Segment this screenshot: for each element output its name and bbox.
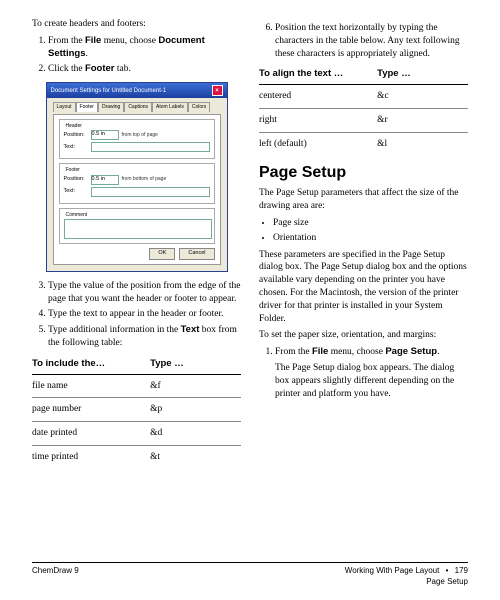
tab-colors[interactable]: Colors	[188, 102, 210, 112]
tab-footer[interactable]: Footer	[76, 102, 98, 112]
bullet-pagesize: Page size	[273, 217, 468, 230]
tab-layout[interactable]: Layout	[53, 102, 76, 112]
ps-intro: The Page Setup parameters that affect th…	[259, 187, 468, 213]
table1-header: To include the… Type …	[32, 358, 241, 375]
step-2: Click the Footer tab.	[48, 63, 241, 76]
step-1: From the File menu, choose Document Sett…	[48, 35, 241, 61]
footer-text-input[interactable]	[91, 187, 210, 197]
footer-group: Footer Position: 0.5 in from bottom of p…	[59, 163, 215, 203]
step-6: Position the text horizontally by typing…	[275, 22, 468, 60]
dialog-title: Document Settings for Untitled Document-…	[51, 87, 167, 95]
comment-textarea[interactable]	[64, 219, 212, 239]
page-footer: ChemDraw 9 Working With Page Layout • 17…	[32, 562, 468, 588]
align-table: centered&c right&r left (default)&l	[259, 85, 468, 155]
step-4: Type the text to appear in the header or…	[48, 308, 241, 321]
footer-left: ChemDraw 9	[32, 566, 79, 588]
header-group: Header Position: 0.5 in from top of page…	[59, 119, 215, 159]
step-3: Type the value of the position from the …	[48, 280, 241, 306]
ok-button[interactable]: OK	[149, 248, 175, 259]
tab-captions[interactable]: Captions	[124, 102, 152, 112]
document-settings-dialog: Document Settings for Untitled Document-…	[46, 82, 228, 271]
tab-drawing[interactable]: Drawing	[98, 102, 124, 112]
table2-header: To align the text … Type …	[259, 68, 468, 85]
header-text-input[interactable]	[91, 142, 210, 152]
header-position-input[interactable]: 0.5 in	[91, 130, 119, 140]
page-setup-heading: Page Setup	[259, 162, 468, 184]
step-5: Type additional information in the Text …	[48, 324, 241, 350]
tab-atom-labels[interactable]: Atom Labels	[152, 102, 188, 112]
bullet-orientation: Orientation	[273, 232, 468, 245]
ps-step-1: From the File menu, choose Page Setup. T…	[275, 346, 468, 400]
ps-result: The Page Setup dialog box appears. The d…	[275, 362, 468, 400]
close-icon[interactable]: ×	[212, 85, 223, 96]
include-table: file name&f page number&p date printed&d…	[32, 375, 241, 469]
dialog-tabs: Layout Footer Drawing Captions Atom Labe…	[53, 102, 221, 112]
footer-position-input[interactable]: 0.5 in	[91, 175, 119, 185]
comment-group: Comment	[59, 208, 215, 244]
dialog-titlebar: Document Settings for Untitled Document-…	[47, 83, 227, 98]
cancel-button[interactable]: Cancel	[179, 248, 214, 259]
ps-para2: To set the paper size, orientation, and …	[259, 329, 468, 342]
ps-para: These parameters are specified in the Pa…	[259, 249, 468, 326]
intro-text: To create headers and footers:	[32, 18, 241, 31]
